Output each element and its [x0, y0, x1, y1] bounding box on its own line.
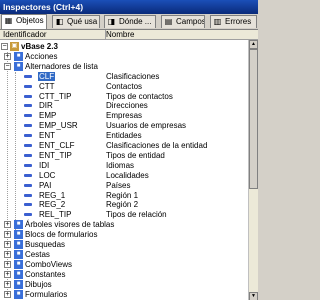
expand-icon[interactable]: +: [4, 241, 11, 248]
drawing-icon: ■: [14, 279, 23, 289]
scroll-up-arrow-icon[interactable]: ▲: [249, 40, 258, 49]
form-book-icon: ■: [14, 230, 23, 240]
tab-donde[interactable]: ◨ Dónde ...: [104, 15, 156, 28]
errors-icon: ▥: [213, 17, 222, 26]
action-icon: ■: [14, 51, 23, 61]
field-icon: [24, 203, 32, 207]
grid-header: Identificador Nombre: [0, 30, 258, 40]
expand-icon[interactable]: +: [4, 250, 11, 258]
tree-node[interactable]: + ■ Árboles visores de tablas: [0, 220, 248, 230]
search-icon: ■: [14, 240, 23, 249]
field-icon: [24, 134, 32, 138]
tree-node[interactable]: + ■ Dibujos: [0, 279, 248, 289]
list-toggle-icon: ■: [14, 61, 23, 71]
collapse-icon[interactable]: −: [4, 62, 11, 70]
expand-icon[interactable]: +: [4, 52, 11, 60]
window-title: Inspectores (Ctrl+4): [0, 0, 258, 14]
tab-que-usa[interactable]: ◧ Qué usa: [52, 15, 100, 28]
vertical-scrollbar[interactable]: ▲ ▼: [248, 40, 258, 300]
tab-label: Objetos: [16, 16, 44, 25]
field-icon: [24, 94, 32, 98]
collapse-icon[interactable]: −: [1, 43, 8, 50]
expand-icon[interactable]: +: [4, 260, 11, 268]
basket-icon: ■: [14, 249, 23, 259]
tab-label: Campos: [176, 17, 205, 26]
tree-node[interactable]: + ■ Formularios: [0, 289, 248, 299]
scroll-down-arrow-icon[interactable]: ▼: [249, 292, 258, 300]
tree-leaf-row[interactable]: DIR Direcciones: [0, 101, 248, 110]
field-icon: [24, 183, 32, 187]
field-icon: [24, 213, 32, 217]
tree-leaf-row[interactable]: REL_TIP Tipos de relación: [0, 210, 248, 219]
column-header-nombre[interactable]: Nombre: [103, 30, 134, 39]
column-header-identificador[interactable]: Identificador: [0, 30, 106, 39]
expand-icon[interactable]: +: [4, 231, 11, 239]
tree-root[interactable]: − ▣ vBase 2.3: [0, 42, 248, 51]
tree-node[interactable]: + ■ Busquedas: [0, 240, 248, 249]
expand-icon[interactable]: +: [4, 221, 11, 229]
tree-leaf-row[interactable]: CTT Contactos: [0, 82, 248, 91]
tree-leaf-row[interactable]: CTT_TIP Tipos de contactos: [0, 92, 248, 101]
tree-node[interactable]: + ■ Constantes: [0, 269, 248, 279]
fields-icon: ▤: [164, 17, 173, 26]
field-icon: [24, 144, 32, 147]
tree-leaf-row[interactable]: REG_1 Región 1: [0, 191, 248, 200]
constant-icon: ■: [14, 269, 23, 279]
expand-icon[interactable]: +: [4, 280, 11, 288]
tree-view-icon: ■: [14, 220, 23, 230]
tab-errores[interactable]: ▥ Errores: [210, 15, 257, 28]
tree-leaf-row[interactable]: IDI Idiomas: [0, 161, 248, 170]
tree-node[interactable]: − ■ Alternadores de lista: [0, 61, 248, 71]
tree-node[interactable]: + ■ Blocs de formularios: [0, 230, 248, 240]
tree-leaf-row[interactable]: ENT Entidades: [0, 131, 248, 140]
combo-view-icon: ■: [14, 259, 23, 269]
inspector-tree-grid: Identificador Nombre − ▣ vBase 2.3 + ■ A…: [0, 29, 258, 300]
tab-bar: ▦ Objetos ◧ Qué usa ◨ Dónde ... ▤ Campos…: [0, 14, 258, 29]
field-icon: [24, 114, 32, 118]
expand-icon[interactable]: +: [4, 270, 11, 278]
where-icon: ◨: [107, 17, 116, 26]
field-icon: [24, 153, 32, 157]
tree-leaf-row[interactable]: EMP Empresas: [0, 111, 248, 120]
tree-node[interactable]: + ■ ComboViews: [0, 259, 248, 269]
form-icon: ■: [14, 289, 23, 299]
tree-leaf-row[interactable]: PAI Países: [0, 181, 248, 190]
field-icon: [24, 193, 32, 197]
field-icon: [24, 74, 32, 78]
tree-leaf-row[interactable]: ENT_TIP Tipos de entidad: [0, 151, 248, 160]
database-icon: ▣: [10, 42, 19, 51]
tree-node[interactable]: + ■ Cestas: [0, 249, 248, 259]
uses-icon: ◧: [55, 17, 64, 26]
tab-label: Qué usa: [67, 17, 98, 26]
tab-label: Dónde ...: [119, 17, 152, 26]
field-icon: [24, 84, 32, 88]
tab-objetos[interactable]: ▦ Objetos: [1, 14, 47, 29]
tree-leaf-row[interactable]: LOC Localidades: [0, 171, 248, 180]
tree-node[interactable]: + ■ Acciones: [0, 51, 248, 61]
tab-label: Errores: [225, 17, 252, 26]
expand-icon[interactable]: +: [4, 290, 11, 298]
objects-icon: ▦: [4, 16, 13, 25]
field-icon: [24, 163, 32, 167]
scroll-thumb[interactable]: [249, 49, 258, 189]
field-icon: [24, 104, 32, 108]
field-icon: [24, 124, 32, 128]
tree-leaf-row[interactable]: EMP_USR Usuarios de empresas: [0, 121, 248, 130]
tab-campos[interactable]: ▤ Campos: [161, 15, 205, 28]
field-icon: [24, 173, 32, 177]
tree-leaf-row[interactable]: REG_2 Región 2: [0, 200, 248, 209]
tree-leaf-row[interactable]: CLF Clasificaciones: [0, 71, 248, 81]
tree-leaf-row[interactable]: ENT_CLF Clasificaciones de la entidad: [0, 141, 248, 150]
